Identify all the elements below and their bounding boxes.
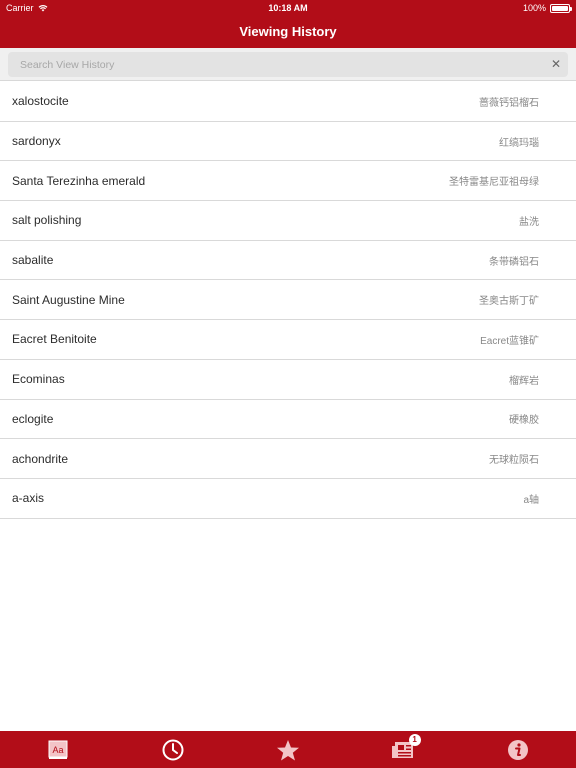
history-term: eclogite	[12, 411, 54, 426]
history-translation: 蔷薇钙铝榴石	[479, 97, 539, 109]
history-term: a-axis	[12, 491, 45, 506]
history-translation: 硬橡胶	[509, 415, 539, 427]
search-input[interactable]	[8, 52, 548, 77]
battery-icon	[550, 3, 572, 13]
dictionary-icon: Aa	[48, 740, 68, 759]
history-term: sardonyx	[12, 134, 61, 149]
history-row[interactable]: sardonyx 红缟玛瑙	[0, 122, 576, 162]
history-translation: 红缟玛瑙	[499, 137, 539, 149]
tab-favorites[interactable]	[230, 731, 345, 768]
history-row[interactable]: a-axis a轴	[0, 479, 576, 519]
news-badge: 1	[408, 734, 421, 746]
history-row[interactable]: Eacret Benitoite Eacret蓝锥矿	[0, 320, 576, 360]
history-translation: 条带磷铝石	[489, 256, 539, 268]
history-row[interactable]: salt polishing 盐洗	[0, 201, 576, 241]
header: Carrier 10:18 AM 100% Viewing History	[0, 0, 576, 48]
dictionary-icon-label: Aa	[52, 745, 63, 755]
history-translation: Eacret蓝锥矿	[480, 335, 539, 347]
tab-dictionary[interactable]: Aa	[0, 731, 115, 768]
battery-percent: 100%	[522, 3, 546, 13]
history-term: sabalite	[12, 253, 54, 268]
tab-history[interactable]	[115, 731, 230, 768]
history-row[interactable]: eclogite 硬橡胶	[0, 400, 576, 440]
history-row[interactable]: Santa Terezinha emerald 圣特雷基尼亚祖母绿	[0, 161, 576, 202]
history-translation: 无球粒陨石	[489, 455, 539, 467]
history-term: Saint Augustine Mine	[12, 292, 125, 307]
history-term: Eacret Benitoite	[12, 332, 97, 347]
history-row[interactable]: achondrite 无球粒陨石	[0, 439, 576, 479]
tab-bar: Aa 1	[0, 731, 576, 768]
history-translation: 圣特雷基尼亚祖母绿	[449, 177, 539, 189]
history-term: achondrite	[12, 451, 69, 466]
history-row[interactable]: sabalite 条带磷铝石	[0, 241, 576, 281]
close-icon: ✕	[550, 57, 562, 71]
star-icon	[277, 739, 299, 760]
history-translation: 盐洗	[519, 216, 539, 228]
history-translation: 榴辉岩	[509, 375, 539, 387]
history-row[interactable]: Ecominas 榴辉岩	[0, 360, 576, 400]
search-box: ✕	[8, 52, 568, 77]
history-term: Ecominas	[12, 372, 65, 387]
history-term: salt polishing	[12, 213, 82, 228]
info-icon	[508, 739, 529, 760]
status-time: 10:18 AM	[268, 3, 308, 13]
clear-search-button[interactable]: ✕	[550, 58, 562, 70]
search-bar: ✕	[0, 48, 576, 81]
clock-icon	[162, 739, 184, 760]
page-title: Viewing History	[239, 24, 337, 39]
status-bar: Carrier 10:18 AM 100%	[0, 0, 576, 16]
history-translation: a轴	[523, 494, 539, 506]
history-row[interactable]: Saint Augustine Mine 圣奥古斯丁矿	[0, 280, 576, 321]
history-list: xalostocite 蔷薇钙铝榴石 sardonyx 红缟玛瑙 Santa T…	[0, 82, 576, 519]
history-term: Santa Terezinha emerald	[12, 173, 146, 188]
tab-news[interactable]: 1	[346, 731, 461, 768]
history-row[interactable]: xalostocite 蔷薇钙铝榴石	[0, 82, 576, 122]
history-term: xalostocite	[12, 94, 69, 109]
tab-info[interactable]	[461, 731, 576, 768]
history-translation: 圣奥古斯丁矿	[479, 296, 539, 308]
